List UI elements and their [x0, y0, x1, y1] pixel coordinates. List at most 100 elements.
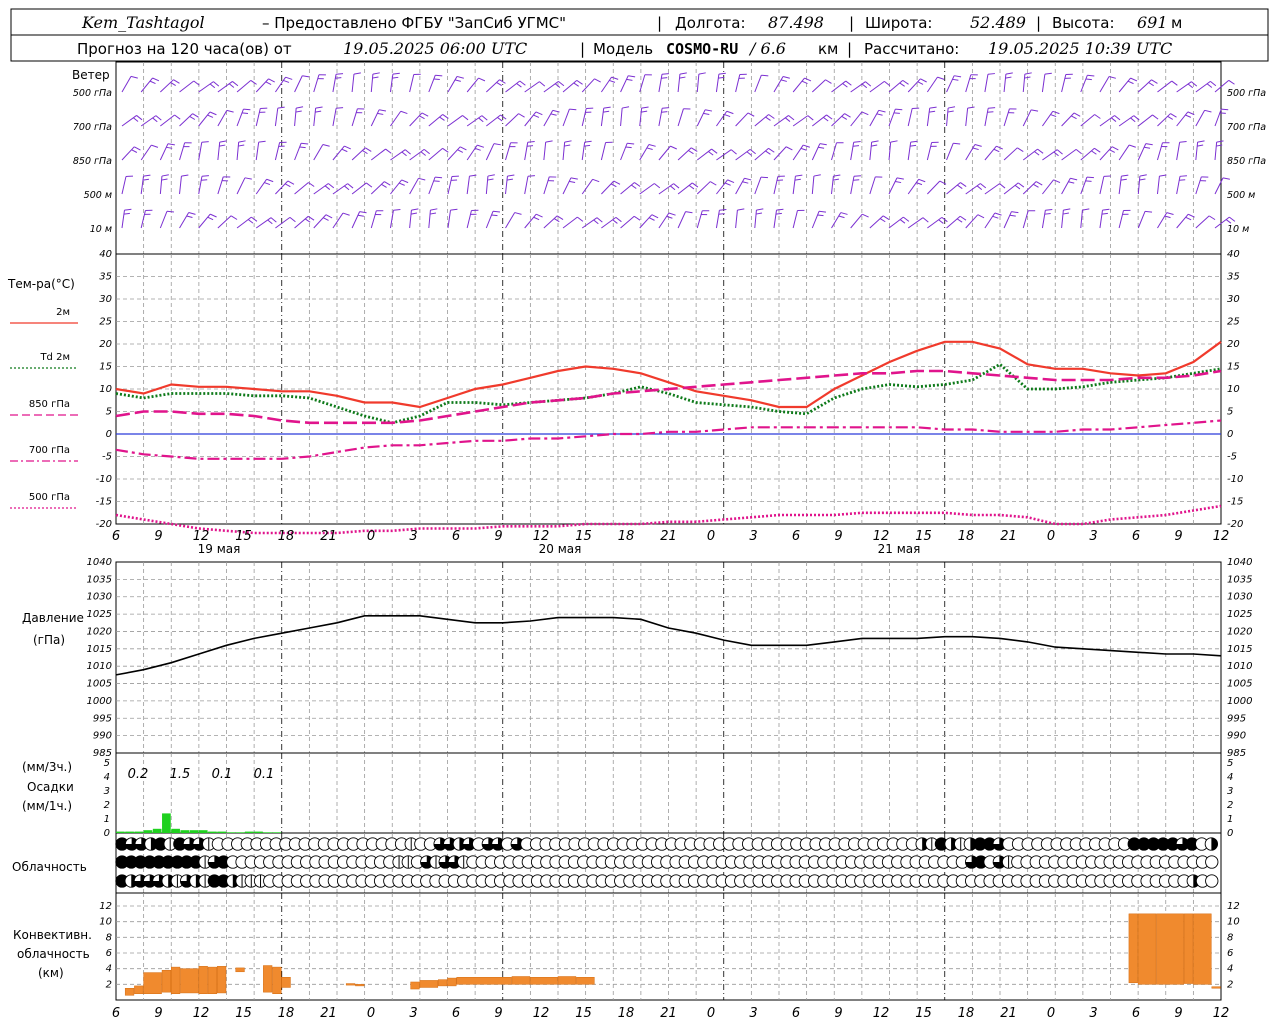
day-label-21: 21 мая	[878, 542, 921, 556]
temperature-tick-right: -10	[1227, 474, 1243, 485]
precip-bar	[171, 828, 180, 833]
hour-tick-label: 18	[278, 529, 295, 544]
precip-bar	[226, 832, 236, 833]
convective-bar	[447, 977, 457, 987]
convective-bar	[576, 977, 595, 985]
altitude-value: 691	[1137, 13, 1168, 32]
convective-tick-right: 12	[1227, 901, 1240, 912]
convective-bar	[410, 981, 420, 990]
model-resolution-unit: км	[818, 40, 838, 58]
wind-level-right: 500 м	[1227, 190, 1255, 201]
altitude-unit: м	[1171, 14, 1182, 32]
hour-tick-label: 6	[112, 1006, 120, 1021]
temperature-tick-right: 5	[1227, 407, 1233, 418]
temperature-tick-right: 0	[1227, 429, 1233, 440]
hour-tick-label: 21	[1000, 1006, 1017, 1021]
hour-tick-label: 3	[1089, 1006, 1097, 1021]
precip-bar	[235, 832, 245, 833]
precip-unit-1h: (мм/1ч.)	[22, 799, 72, 813]
header-separator: |	[849, 14, 854, 32]
precip-annotation: 0.2	[128, 767, 149, 782]
wind-level-right: 850 гПа	[1227, 156, 1266, 167]
precip-unit-3h: (мм/3ч.)	[22, 760, 72, 774]
hour-tick-label: 9	[494, 1006, 502, 1021]
calc-time: 19.05.2025 10:39 UTC	[988, 39, 1172, 58]
temperature-tick-right: 10	[1227, 384, 1240, 395]
hour-tick-label: 6	[1132, 1006, 1140, 1021]
precip-bar	[244, 831, 254, 833]
temperature-tick-right: -20	[1227, 519, 1243, 530]
temperature-tick-left: 0	[106, 429, 112, 440]
pressure-tick-right: 1010	[1227, 661, 1252, 672]
convective-bar	[143, 972, 162, 994]
temperature-tick-right: 15	[1227, 362, 1240, 373]
convective-bar	[281, 977, 291, 988]
hour-tick-label: 3	[1089, 529, 1097, 544]
wind-level-right: 10 м	[1227, 224, 1249, 235]
precip-tick-left: 1	[104, 814, 110, 825]
convective-bar	[419, 980, 439, 988]
convective-bar	[438, 979, 448, 987]
legend-label: 2м	[56, 307, 70, 318]
convective-bar	[1183, 913, 1194, 984]
provider-text: – Предоставлено ФГБУ "ЗапСиб УГМС"	[262, 14, 566, 32]
convective-tick-right: 10	[1227, 917, 1240, 928]
convective-bar	[207, 966, 218, 994]
convective-title-1: Конвективн.	[13, 928, 92, 942]
convective-bar	[345, 983, 356, 986]
pressure-tick-left: 1005	[87, 679, 112, 690]
precip-tick-left: 0	[104, 828, 110, 839]
precip-tick-left: 2	[104, 800, 110, 811]
header-separator: |	[657, 14, 662, 32]
hour-tick-label: 6	[452, 529, 460, 544]
temperature-tick-left: 25	[99, 317, 112, 328]
hour-tick-label: 21	[660, 1006, 677, 1021]
precip-bar	[254, 831, 263, 833]
convective-bar	[124, 988, 135, 996]
convective-bar	[235, 967, 245, 973]
wind-level-left: 850 гПа	[73, 156, 112, 167]
precip-bar	[189, 830, 199, 833]
hour-tick-label: 0	[367, 1006, 375, 1021]
convective-bar	[171, 966, 181, 994]
legend-label: 500 гПа	[29, 492, 70, 503]
hour-tick-label: 6	[1132, 529, 1140, 544]
cloud-symbol	[1205, 855, 1219, 869]
temperature-tick-right: -5	[1227, 452, 1237, 463]
precip-tick-right: 0	[1227, 828, 1233, 839]
hour-tick-label: 9	[154, 529, 162, 544]
pressure-tick-left: 995	[93, 713, 112, 724]
convective-bar	[355, 984, 365, 987]
convective-bar	[511, 976, 531, 985]
hour-tick-label: 12	[533, 1006, 550, 1021]
temperature-tick-right: 40	[1227, 249, 1240, 260]
convective-bar	[263, 965, 273, 993]
hour-tick-label: 21	[320, 529, 337, 544]
hour-tick-label: 9	[1174, 1006, 1182, 1021]
pressure-tick-right: 1025	[1227, 609, 1252, 620]
precip-bar	[134, 831, 144, 833]
hour-tick-label: 12	[1213, 529, 1230, 544]
calc-label: Рассчитано:	[864, 40, 959, 58]
pressure-tick-right: 995	[1227, 713, 1246, 724]
precip-tick-right: 4	[1227, 772, 1233, 783]
precip-bar	[217, 831, 226, 833]
hour-tick-label: 3	[409, 1006, 417, 1021]
convective-tick-left: 6	[106, 948, 112, 959]
temperature-title: Тем-ра(°С)	[7, 277, 75, 291]
altitude-label: Высота:	[1052, 14, 1115, 32]
pressure-tick-right: 1040	[1227, 557, 1252, 568]
hour-tick-label: 12	[193, 1006, 210, 1021]
precip-bar	[272, 832, 282, 833]
wind-level-right: 700 гПа	[1227, 122, 1266, 133]
pressure-title: Давление	[22, 611, 84, 625]
pressure-tick-left: 990	[93, 731, 112, 742]
convective-bar	[1193, 913, 1212, 985]
convective-bar	[272, 966, 282, 994]
pressure-tick-left: 1015	[87, 644, 112, 655]
convective-tick-left: 2	[106, 979, 112, 990]
hour-tick-label: 0	[707, 529, 715, 544]
hour-tick-label: 18	[958, 1006, 975, 1021]
convective-bar	[180, 968, 199, 994]
hour-tick-label: 12	[873, 1006, 890, 1021]
